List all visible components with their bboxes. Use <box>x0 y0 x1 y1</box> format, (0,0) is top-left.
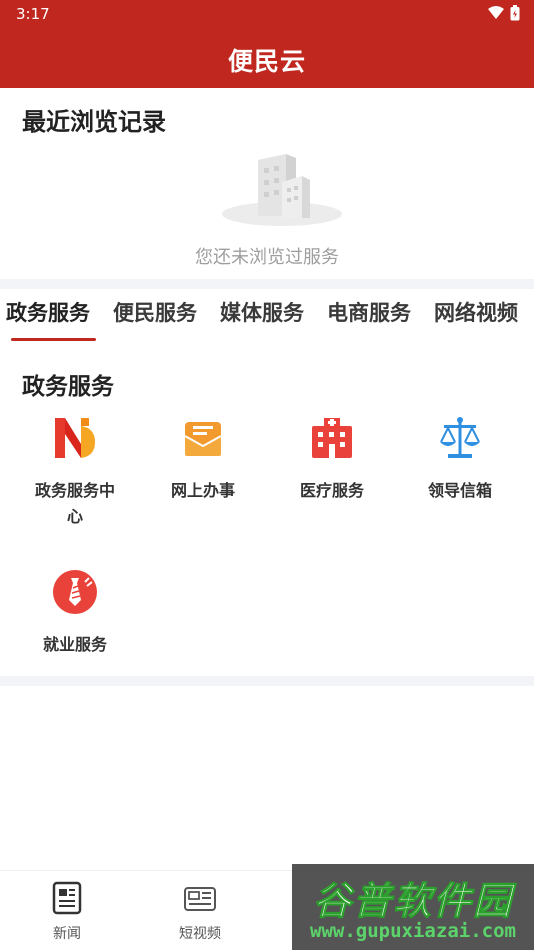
service-label: 领导信箱 <box>427 481 492 500</box>
section-title: 政务服务 <box>22 374 114 400</box>
wifi-icon <box>488 6 504 19</box>
service-online-affairs[interactable]: 网上办事 <box>148 414 258 504</box>
tab-gov-services[interactable]: 政务服务 <box>6 297 90 327</box>
short-video-icon <box>184 887 216 911</box>
section-divider <box>0 279 534 289</box>
status-icons <box>488 5 520 21</box>
nav-label: 短视频 <box>179 926 221 942</box>
watermark-url: www.gupuxiazai.com <box>310 920 516 942</box>
scales-icon <box>440 417 480 458</box>
service-label: 就业服务 <box>42 635 107 654</box>
battery-icon <box>510 5 520 21</box>
status-time: 3:17 <box>16 5 50 23</box>
empty-buildings-icon <box>222 154 342 226</box>
tab-convenience-services[interactable]: 便民服务 <box>113 297 197 327</box>
nav-label: 新闻 <box>53 926 81 942</box>
service-label: 医疗服务 <box>299 481 364 500</box>
nav-item-short-video[interactable]: 短视频 <box>160 881 240 943</box>
page-title: 便民云 <box>227 47 306 76</box>
service-label: 网上办事 <box>170 481 235 500</box>
employment-tie-icon <box>53 570 97 614</box>
gov-service-center-icon <box>55 418 95 458</box>
service-leader-mailbox[interactable]: 领导信箱 <box>405 414 515 504</box>
service-gov-center[interactable]: 政务服务中心 <box>20 414 130 530</box>
tab-ecommerce-services[interactable]: 电商服务 <box>327 297 411 327</box>
watermark-title: 谷普软件园 <box>312 879 513 924</box>
online-affairs-icon <box>184 422 222 456</box>
tab-media-services[interactable]: 媒体服务 <box>220 297 304 327</box>
empty-state-text: 您还未浏览过服务 <box>195 247 339 268</box>
section-divider <box>0 676 534 686</box>
service-medical[interactable]: 医疗服务 <box>277 414 387 504</box>
category-tabs: 政务服务 便民服务 媒体服务 电商服务 网络视频 <box>0 291 534 347</box>
active-tab-indicator <box>11 338 96 341</box>
service-employment[interactable]: 就业服务 <box>20 568 130 658</box>
service-label: 政务服务中心 <box>34 481 115 526</box>
watermark-overlay: 谷普软件园 www.gupuxiazai.com <box>292 864 534 950</box>
recent-title: 最近浏览记录 <box>22 108 166 136</box>
tab-online-video[interactable]: 网络视频 <box>434 297 518 327</box>
app-header: 3:17 便民云 <box>0 0 534 88</box>
hospital-icon <box>312 418 352 458</box>
nav-item-news[interactable]: 新闻 <box>27 881 107 943</box>
newspaper-icon <box>52 881 82 915</box>
